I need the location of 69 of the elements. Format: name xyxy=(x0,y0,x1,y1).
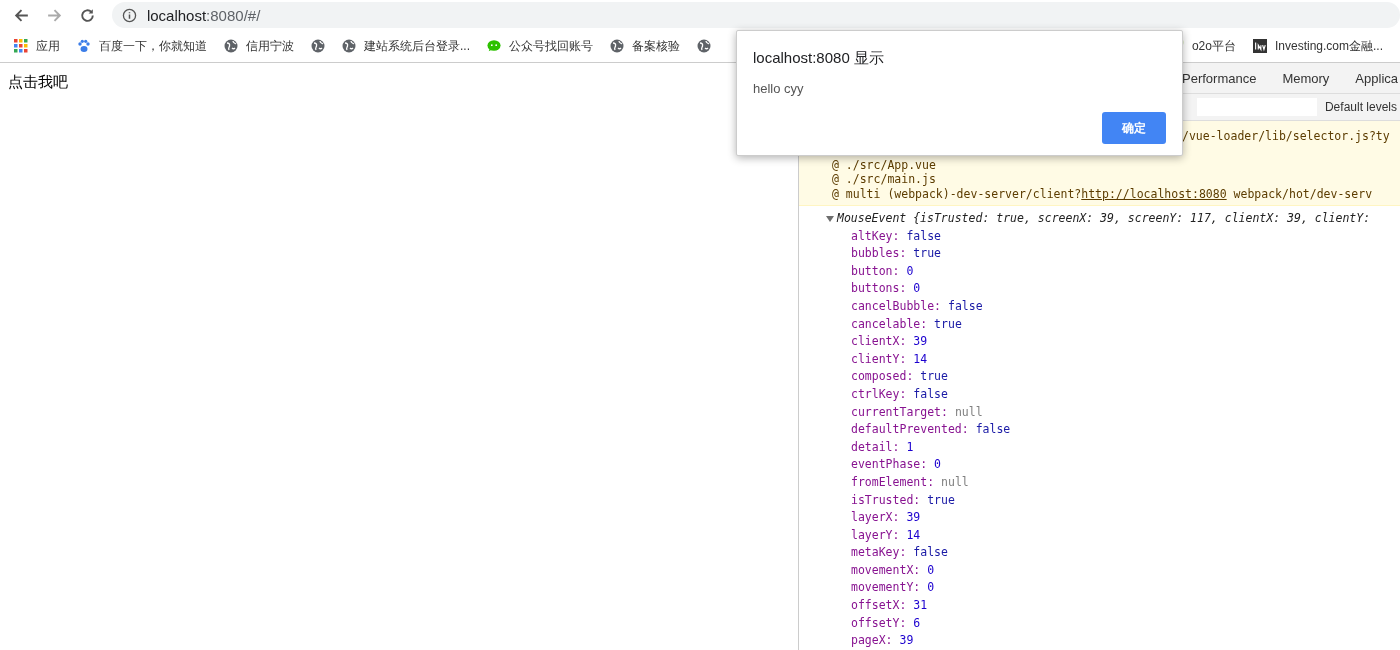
globe-icon xyxy=(224,39,238,53)
property-line: layerY: 14 xyxy=(850,526,922,544)
warning-line: /vue-loader/lib/selector.js?ty xyxy=(1182,128,1391,145)
property-line: metaKey: false xyxy=(850,544,949,562)
bookmark-label: 建站系统后台登录... xyxy=(364,37,470,55)
property-line: layerX: 39 xyxy=(850,509,922,527)
globe-icon xyxy=(610,39,624,53)
devtools-tab[interactable]: Performance xyxy=(1182,70,1257,86)
globe-icon xyxy=(342,39,356,53)
expand-triangle-icon[interactable] xyxy=(826,214,834,223)
property-line: clientX: 39 xyxy=(850,333,929,351)
property-line: altKey: false xyxy=(850,227,943,245)
bookmark-label: 应用 xyxy=(36,37,60,55)
dialog-message: hello cyy xyxy=(753,81,805,96)
bookmark[interactable]: 公众号找回账号 xyxy=(487,37,593,55)
devtools-tab[interactable]: Memory xyxy=(1282,70,1330,86)
property-line: ctrlKey: false xyxy=(850,385,949,403)
object-summary: MouseEvent {isTrusted: true, screenX: 39, screenY: 117, clientX: 39, clientY: xyxy=(837,210,1371,227)
property-line: cancelable: true xyxy=(850,315,963,333)
dialog-title: localhost:8080 显示 xyxy=(753,49,885,68)
property-line: button: 0 xyxy=(850,262,915,280)
bookmark-label: Investing.com金融... xyxy=(1274,37,1383,55)
apps-grid-icon xyxy=(14,39,28,53)
bookmark-label: o2o平台 xyxy=(1191,37,1236,55)
globe-icon xyxy=(697,39,711,53)
bookmark[interactable]: 建站系统后台登录... xyxy=(342,37,470,55)
property-line: offsetX: 31 xyxy=(850,597,929,615)
property-line: buttons: 0 xyxy=(850,280,922,298)
property-line: movementY: 0 xyxy=(850,579,936,597)
ok-button[interactable]: 确定 xyxy=(1102,112,1166,144)
source-link[interactable]: http://localhost:8080 xyxy=(1081,186,1227,201)
page-text[interactable]: 点击我吧 xyxy=(8,73,68,90)
inv-logo-icon xyxy=(1252,39,1267,53)
property-line: currentTarget: null xyxy=(850,403,984,421)
paw-icon xyxy=(77,39,91,53)
property-line: cancelBubble: false xyxy=(850,297,984,315)
bookmark[interactable]: 百度一下，你就知道 xyxy=(77,37,207,55)
bookmark-label: 备案核验 xyxy=(632,37,680,55)
property-line: eventPhase: 0 xyxy=(850,456,943,474)
bookmark[interactable]: 应用 xyxy=(14,37,60,55)
bookmark[interactable]: 备案核验 xyxy=(610,37,680,55)
property-line: composed: true xyxy=(850,368,949,386)
property-line: offsetY: 6 xyxy=(850,614,922,632)
bookmark[interactable] xyxy=(697,39,711,53)
bookmark-label: 信用宁波 xyxy=(246,37,294,55)
property-line: bubbles: true xyxy=(850,245,943,263)
bookmark[interactable]: Investing.com金融... xyxy=(1252,37,1383,55)
warning-line: @ ./src/App.vue xyxy=(832,157,937,172)
property-line: fromElement: null xyxy=(850,473,970,491)
warning-line: @ multi (webpack)-dev-server/client?http://localhost:8080 webpack/hot/dev-serv xyxy=(832,186,1374,201)
property-line: clientY: 14 xyxy=(850,350,929,368)
property-line: pageX: 39 xyxy=(850,632,915,650)
globe-icon xyxy=(311,39,325,53)
address-bar[interactable]: localhost:8080/#/ xyxy=(111,2,1400,28)
property-line: isTrusted: true xyxy=(850,491,956,509)
bookmark-label: 公众号找回账号 xyxy=(509,37,593,55)
warning-line: @ ./src/main.js xyxy=(832,172,937,187)
bookmark-label: 百度一下，你就知道 xyxy=(99,37,207,55)
property-line: movementX: 0 xyxy=(850,561,936,579)
info-icon[interactable] xyxy=(121,7,137,23)
bookmark[interactable] xyxy=(311,39,325,53)
devtools-tab[interactable]: Applica xyxy=(1355,70,1398,86)
bookmark[interactable]: 信用宁波 xyxy=(224,37,294,55)
property-line: defaultPrevented: false xyxy=(850,421,1012,439)
property-line: detail: 1 xyxy=(850,438,915,456)
chat-bubble-icon xyxy=(487,39,501,53)
reload-icon[interactable] xyxy=(78,6,96,24)
levels-dropdown[interactable]: Default levels xyxy=(1324,100,1397,114)
url-text: localhost:8080/#/ xyxy=(146,6,261,24)
